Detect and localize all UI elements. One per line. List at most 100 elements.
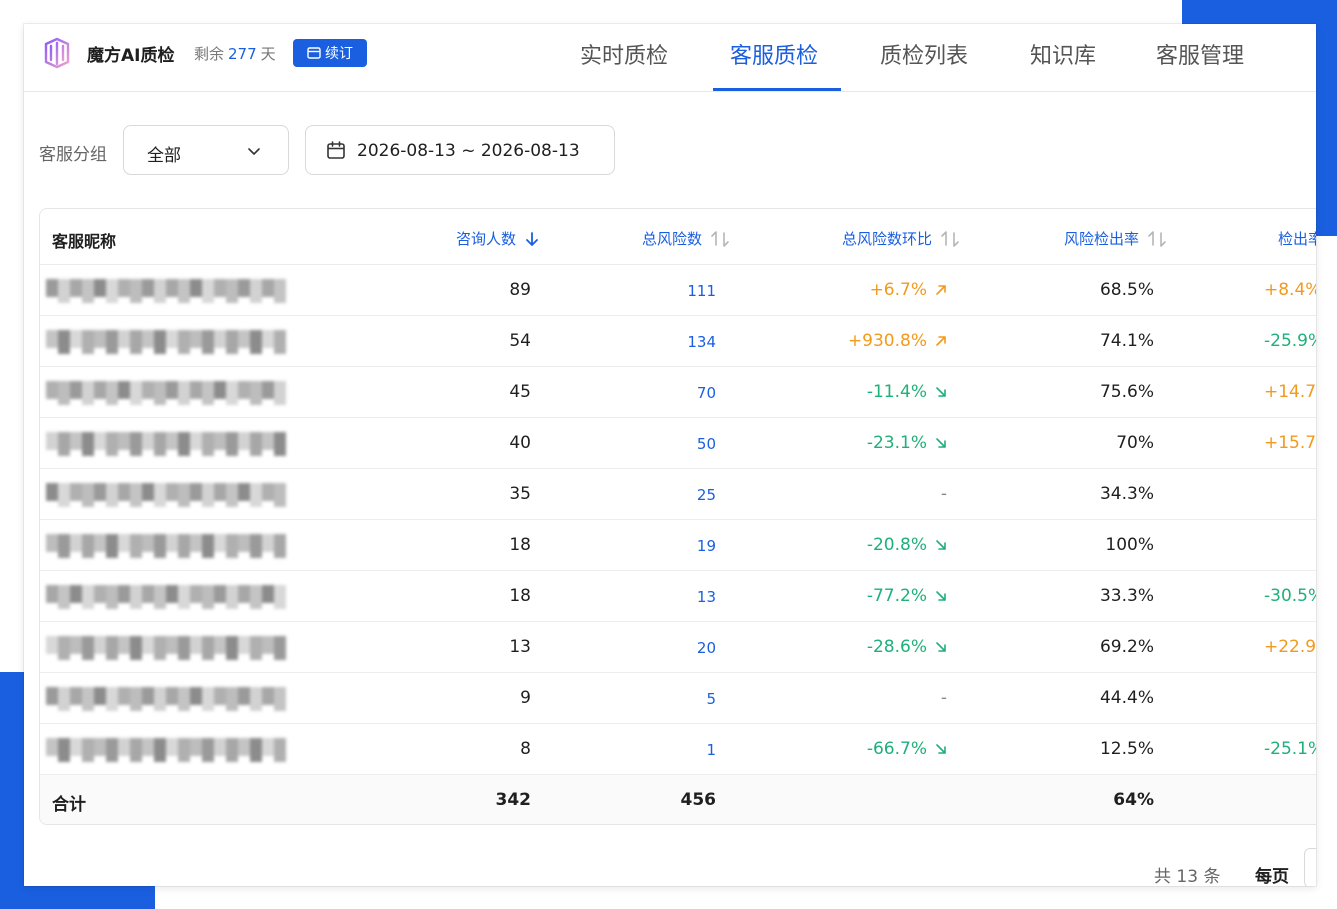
risks-mom-value: - — [940, 484, 947, 504]
remain-days-count: 277 — [228, 45, 257, 63]
column-header-risks[interactable]: 总风险数 — [642, 228, 730, 249]
consults-cell: 35 — [509, 484, 531, 504]
column-header-consults-label: 咨询人数 — [456, 230, 517, 248]
risks-link[interactable]: 134 — [687, 333, 716, 351]
renew-label: 续订 — [325, 46, 353, 62]
remain-suffix: 天 — [260, 45, 276, 63]
tab-qc-list[interactable]: 质检列表 — [880, 38, 968, 70]
table-row: 13 20 -28.6% 69.2% +22.9% — [40, 622, 1316, 673]
column-header-rate-change[interactable]: 检出率 — [1278, 228, 1316, 249]
consults-cell: 8 — [520, 739, 531, 759]
remaining-days: 剩余 277 天 — [194, 43, 276, 64]
table-header: 客服昵称 咨询人数 总风险数 总风险数环比 风险检出率 检出 — [40, 209, 1316, 265]
risks-link[interactable]: 13 — [697, 588, 716, 606]
risks-mom-value: -20.8% — [866, 535, 927, 555]
trend-down-icon — [936, 540, 946, 550]
nickname-redacted — [46, 483, 286, 507]
detection-rate-cell: 74.1% — [1099, 331, 1154, 351]
column-header-nickname: 客服昵称 — [52, 232, 117, 251]
remain-prefix: 剩余 — [194, 45, 225, 63]
tab-knowledge-base[interactable]: 知识库 — [1030, 38, 1096, 70]
table-row: 9 5 - 44.4% — [40, 673, 1316, 724]
column-header-risks-mom-label: 总风险数环比 — [842, 230, 933, 248]
consults-cell: 40 — [509, 433, 531, 453]
trend-down-icon — [936, 744, 946, 754]
column-header-consults[interactable]: 咨询人数 — [456, 228, 540, 249]
risks-link[interactable]: 50 — [697, 435, 716, 453]
risks-mom-value: +930.8% — [847, 331, 927, 351]
group-filter-label: 客服分组 — [39, 145, 107, 165]
table-row: 18 19 -20.8% 100% — [40, 520, 1316, 571]
pagination-per-page-label: 每页 — [1255, 867, 1289, 886]
nickname-redacted — [46, 381, 286, 405]
risks-mom-cell: +930.8% — [848, 331, 947, 351]
sort-icon — [941, 230, 959, 247]
risks-mom-cell: - — [941, 484, 947, 504]
tab-service-qc[interactable]: 客服质检 — [730, 38, 818, 70]
risks-link[interactable]: 20 — [697, 639, 716, 657]
app-window: 魔方AI质检 剩余 277 天 续订 实时质检 客服质检 质检列表 知识库 客服管理… — [24, 24, 1316, 886]
total-label: 合计 — [52, 795, 86, 815]
risks-mom-value: -11.4% — [866, 382, 927, 402]
table-row: 40 50 -23.1% 70% +15.7% — [40, 418, 1316, 469]
rate-change-cell: +22.9% — [1264, 637, 1316, 657]
renew-button[interactable]: 续订 — [293, 39, 367, 67]
risks-mom-cell: -66.7% — [867, 739, 947, 759]
detection-rate-cell: 68.5% — [1099, 280, 1154, 300]
detection-rate-cell: 75.6% — [1099, 382, 1154, 402]
risks-link[interactable]: 111 — [687, 282, 716, 300]
trend-down-icon — [936, 642, 946, 652]
rate-change-cell: -25.1% — [1264, 739, 1316, 759]
risks-mom-value: -77.2% — [866, 586, 927, 606]
trend-down-icon — [936, 387, 946, 397]
app-logo-icon — [44, 37, 70, 69]
consults-cell: 13 — [509, 637, 531, 657]
group-select[interactable]: 全部 — [123, 125, 289, 175]
date-range-value: 2026-08-13 ~ 2026-08-13 — [357, 141, 580, 161]
risks-mom-value: -28.6% — [866, 637, 927, 657]
rate-change-cell: +14.7% — [1264, 382, 1316, 402]
trend-up-icon — [936, 336, 946, 346]
risks-mom-cell: - — [941, 688, 947, 708]
column-header-risks-mom[interactable]: 总风险数环比 — [842, 228, 960, 249]
page-size-select[interactable] — [1304, 848, 1316, 886]
pagination-total: 共 13 条 — [1154, 867, 1221, 886]
risks-mom-value: - — [940, 688, 947, 708]
rate-change-cell: +8.4% — [1264, 280, 1316, 300]
total-risks: 456 — [680, 790, 717, 810]
rate-change-cell: -30.5% — [1264, 586, 1316, 606]
risks-link[interactable]: 5 — [706, 690, 716, 708]
risks-link[interactable]: 19 — [697, 537, 716, 555]
risks-mom-value: +6.7% — [869, 280, 927, 300]
risks-mom-value: -23.1% — [866, 433, 927, 453]
risks-mom-cell: -23.1% — [867, 433, 947, 453]
chevron-down-icon — [248, 148, 260, 155]
table-row: 54 134 +930.8% 74.1% -25.9% — [40, 316, 1316, 367]
risks-mom-value: -66.7% — [866, 739, 927, 759]
sort-icon — [711, 230, 729, 247]
table-row: 18 13 -77.2% 33.3% -30.5% — [40, 571, 1316, 622]
nickname-redacted — [46, 687, 286, 711]
group-select-value: 全部 — [147, 146, 181, 166]
column-header-risks-label: 总风险数 — [642, 230, 703, 248]
nickname-redacted — [46, 585, 286, 609]
column-header-detection-rate[interactable]: 风险检出率 — [1064, 228, 1167, 249]
risks-mom-cell: -77.2% — [867, 586, 947, 606]
table-row: 45 70 -11.4% 75.6% +14.7% — [40, 367, 1316, 418]
risks-link[interactable]: 1 — [706, 741, 716, 759]
detection-rate-cell: 44.4% — [1099, 688, 1154, 708]
table-row: 89 111 +6.7% 68.5% +8.4% — [40, 265, 1316, 316]
nickname-redacted — [46, 738, 286, 762]
risks-link[interactable]: 25 — [697, 486, 716, 504]
risks-link[interactable]: 70 — [697, 384, 716, 402]
nickname-redacted — [46, 636, 286, 660]
tab-service-management[interactable]: 客服管理 — [1156, 38, 1244, 70]
consults-cell: 54 — [509, 331, 531, 351]
active-tab-indicator — [713, 88, 841, 91]
trend-up-icon — [936, 285, 946, 295]
risks-mom-cell: -11.4% — [867, 382, 947, 402]
detection-rate-cell: 69.2% — [1099, 637, 1154, 657]
date-range-picker[interactable]: 2026-08-13 ~ 2026-08-13 — [305, 125, 615, 175]
app-title: 魔方AI质检 — [87, 46, 175, 66]
tab-realtime-qc[interactable]: 实时质检 — [580, 38, 668, 70]
